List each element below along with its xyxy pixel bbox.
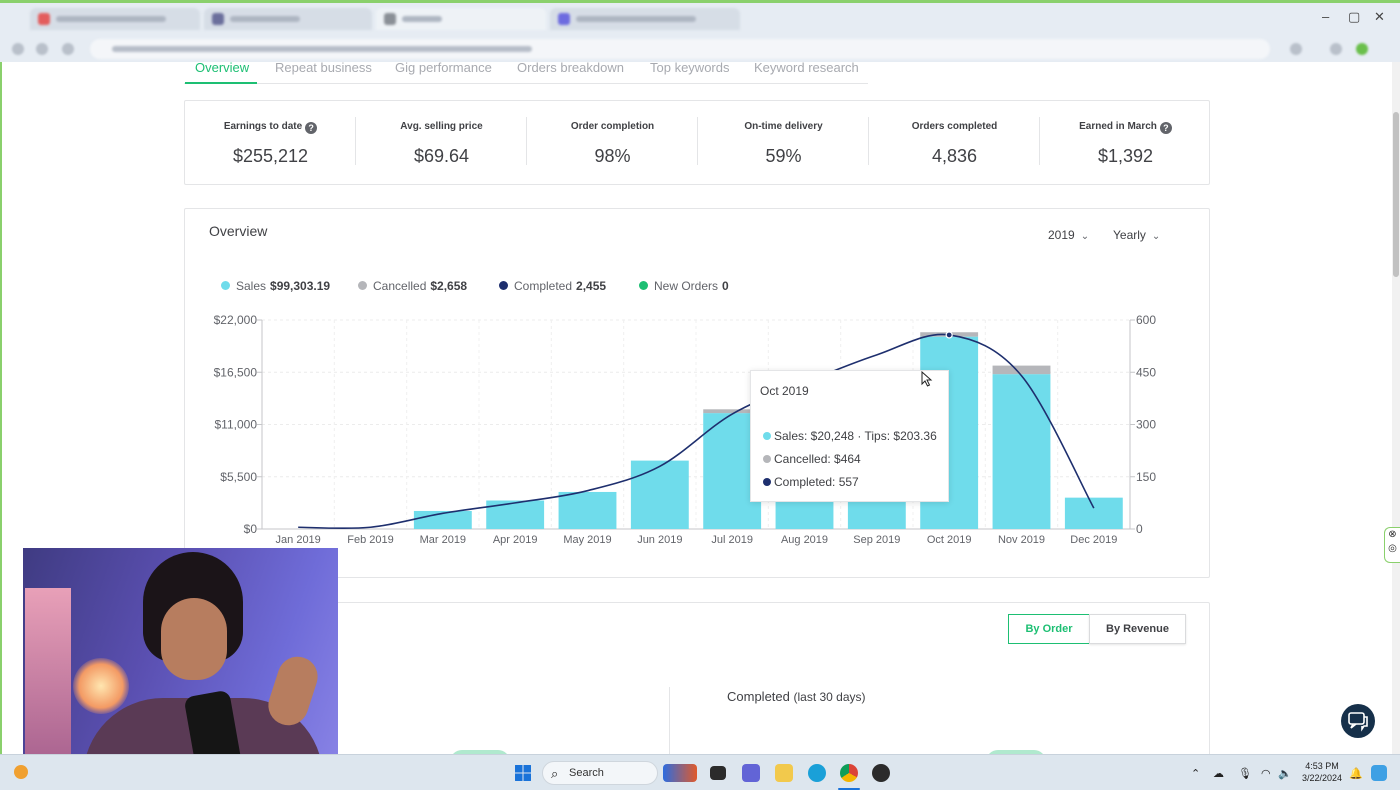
chrome-icon[interactable]: [840, 764, 858, 782]
close-icon[interactable]: ⊗: [1385, 528, 1400, 542]
search-icon: ⌕: [551, 766, 559, 781]
bar-sales: [1064, 497, 1123, 529]
tooltip-cancelled: Cancelled: $464: [763, 452, 861, 466]
y-right-tick-label: 0: [1136, 522, 1143, 536]
y-left-tick-label: $0: [244, 522, 258, 536]
page-scrollbar[interactable]: [1392, 62, 1400, 754]
taskbar-clock[interactable]: 4:53 PM 3/22/2024: [1296, 760, 1348, 784]
screen: – ▢ ✕ Overview Repeat business Gig perfo…: [0, 0, 1400, 790]
bar-sales: [630, 460, 689, 529]
bar-cancelled: [992, 365, 1051, 375]
tooltip-title: Oct 2019: [760, 384, 809, 398]
side-widget[interactable]: ⊗ ◎: [1384, 527, 1400, 563]
y-left-tick-label: $22,000: [214, 313, 258, 327]
y-right-tick-label: 600: [1136, 313, 1156, 327]
notification-bell-icon[interactable]: 🔔: [1349, 767, 1363, 780]
app-icon[interactable]: [872, 764, 890, 782]
file-explorer-icon[interactable]: [775, 764, 793, 782]
chart-tooltip: Oct 2019 Sales: $20,248 · Tips: $203.36 …: [750, 370, 949, 502]
y-left-tick-label: $5,500: [220, 470, 257, 484]
x-tick-label: Nov 2019: [998, 534, 1045, 546]
legend-dot: [763, 478, 771, 486]
wifi-icon[interactable]: ◠: [1261, 767, 1271, 780]
teams-icon[interactable]: [742, 764, 760, 782]
weather-icon[interactable]: [14, 765, 28, 779]
bar-sales: [558, 491, 617, 529]
x-tick-label: Aug 2019: [781, 534, 828, 546]
tooltip-completed: Completed: 557: [763, 475, 859, 489]
chevron-up-icon[interactable]: ⌃: [1191, 767, 1200, 780]
x-tick-label: Mar 2019: [420, 534, 466, 546]
line-point-highlight: [945, 331, 953, 339]
y-right-tick-label: 450: [1136, 365, 1156, 379]
microphone-icon[interactable]: 🎙: [1238, 767, 1252, 780]
x-tick-label: Apr 2019: [493, 534, 538, 546]
search-highlight-icon: [663, 764, 697, 782]
taskbar-search[interactable]: ⌕ Search: [542, 761, 697, 785]
x-tick-label: May 2019: [563, 534, 611, 546]
x-tick-label: Dec 2019: [1070, 534, 1117, 546]
tooltip-sales: Sales: $20,248 · Tips: $203.36: [763, 429, 937, 443]
onedrive-icon[interactable]: ☁: [1213, 767, 1224, 780]
y-left-tick-label: $11,000: [215, 418, 258, 432]
edge-icon[interactable]: [808, 764, 826, 782]
x-tick-label: Feb 2019: [347, 534, 393, 546]
task-view-icon[interactable]: [710, 766, 726, 780]
taskbar: ⌕ Search ⌃ ☁ 🎙 ◠ 🔈 4:53 PM 3/22/2024 🔔: [0, 754, 1400, 790]
mouse-cursor-icon: [921, 371, 933, 387]
legend-dot: [763, 432, 771, 440]
windows-start-icon[interactable]: [514, 764, 532, 782]
x-tick-label: Jan 2019: [276, 534, 321, 546]
scrollbar-thumb[interactable]: [1393, 112, 1399, 277]
chat-icon: [1348, 712, 1368, 732]
bar-sales: [486, 500, 545, 529]
x-tick-label: Sep 2019: [853, 534, 900, 546]
chat-button[interactable]: [1341, 704, 1375, 738]
y-right-tick-label: 300: [1136, 418, 1156, 432]
bar-sales: [992, 374, 1051, 529]
widget-icon[interactable]: ◎: [1385, 542, 1400, 556]
legend-dot: [763, 455, 771, 463]
copilot-icon[interactable]: [1371, 765, 1387, 781]
x-tick-label: Jul 2019: [711, 534, 753, 546]
y-left-tick-label: $16,500: [214, 365, 258, 379]
volume-icon[interactable]: 🔈: [1278, 767, 1292, 780]
y-right-tick-label: 150: [1136, 470, 1156, 484]
x-tick-label: Oct 2019: [927, 534, 972, 546]
webcam-overlay: [23, 548, 338, 780]
x-tick-label: Jun 2019: [637, 534, 682, 546]
